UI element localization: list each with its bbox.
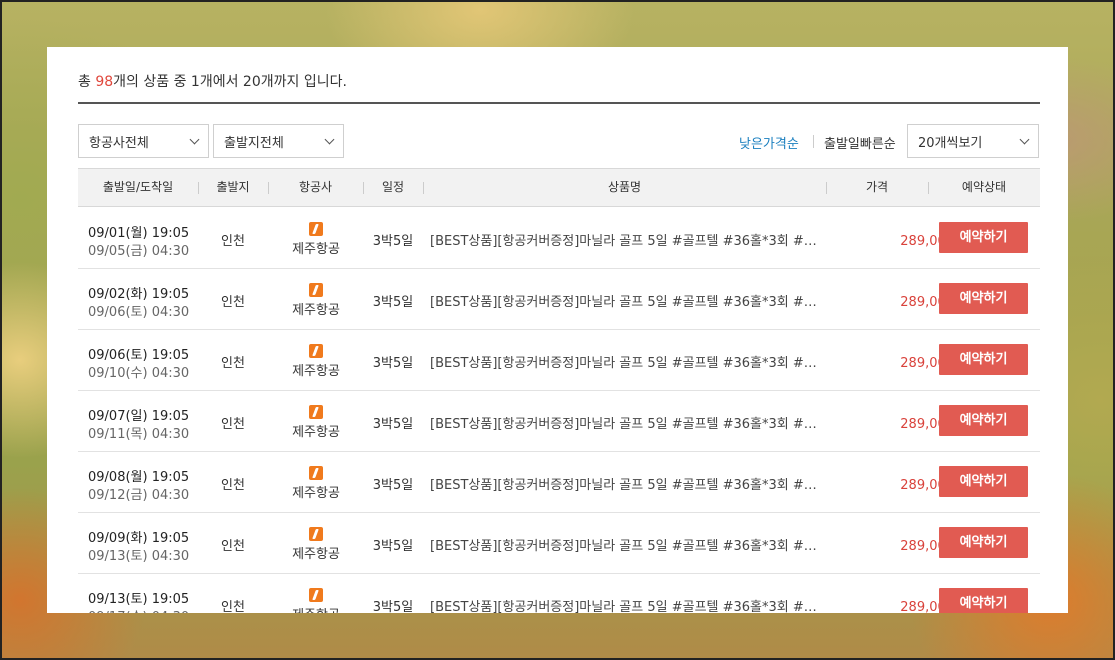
- result-summary: 총 98개의 상품 중 1개에서 20개까지 입니다.: [78, 74, 347, 90]
- airline-name: 제주항공: [292, 425, 340, 440]
- departure-city: 인천: [221, 539, 245, 554]
- chevron-down-icon: [324, 134, 335, 144]
- airline-name: 제주항공: [292, 608, 340, 613]
- airline-name: 제주항공: [292, 303, 340, 318]
- table-row[interactable]: 09/02(화) 19:05 09/06(토) 04:30 인천제주항공 3박5일 [B…: [78, 269, 1040, 330]
- product-name-link[interactable]: [BEST상품][항공커버증정]마닐라 골프 5일 #골프텔 #36홀*3회 #…: [430, 535, 820, 554]
- departure-city: 인천: [221, 356, 245, 371]
- table-row[interactable]: 09/06(토) 19:05 09/10(수) 04:30 인천제주항공 3박5일 [B…: [78, 330, 1040, 391]
- departure-datetime: 09/08(월) 19:05: [88, 470, 190, 485]
- airline-filter-select[interactable]: 항공사전체: [78, 124, 209, 158]
- jeju-air-logo-icon: [309, 405, 323, 419]
- departure-filter-value: 출발지전체: [224, 135, 284, 151]
- product-name-link[interactable]: [BEST상품][항공커버증정]마닐라 골프 5일 #골프텔 #36홀*3회 #…: [430, 291, 820, 310]
- jeju-air-logo-icon: [309, 344, 323, 358]
- reserve-button[interactable]: 예약하기: [939, 588, 1028, 613]
- col-schedule: 일정: [381, 180, 405, 194]
- col-status: 예약상태: [961, 180, 1007, 194]
- product-list-panel: 총 98개의 상품 중 1개에서 20개까지 입니다. 항공사전체 출발지전체 …: [47, 47, 1068, 613]
- product-name-link[interactable]: [BEST상품][항공커버증정]마닐라 골프 5일 #골프텔 #36홀*3회 #…: [430, 230, 820, 249]
- table-header: 출발일/도착일 출발지 항공사 일정 상품명 가격 예약상태: [78, 168, 1040, 207]
- chevron-down-icon: [189, 134, 200, 144]
- departure-datetime: 09/06(토) 19:05: [88, 348, 190, 363]
- jeju-air-logo-icon: [309, 466, 323, 480]
- airline-cell: 제주항공: [274, 405, 358, 440]
- departure-city: 인천: [221, 295, 245, 310]
- jeju-air-logo-icon: [309, 527, 323, 541]
- jeju-air-logo-icon: [309, 222, 323, 236]
- result-count: 98: [95, 74, 114, 90]
- table-row[interactable]: 09/07(일) 19:05 09/11(목) 04:30 인천제주항공 3박5일 [B…: [78, 391, 1040, 452]
- schedule: 3박5일: [372, 417, 414, 432]
- airline-name: 제주항공: [292, 547, 340, 562]
- col-departure: 출발지: [216, 180, 250, 194]
- airline-cell: 제주항공: [274, 283, 358, 318]
- departure-datetime: 09/07(일) 19:05: [88, 409, 190, 424]
- jeju-air-logo-icon: [309, 283, 323, 297]
- col-airline: 항공사: [298, 180, 333, 194]
- sort-earliest-link[interactable]: 출발일빠른순: [824, 133, 896, 152]
- arrival-datetime: 09/17(수) 04:30: [88, 606, 189, 613]
- jeju-air-logo-icon: [309, 588, 323, 602]
- arrival-datetime: 09/05(금) 04:30: [88, 244, 190, 259]
- schedule: 3박5일: [372, 356, 414, 371]
- arrival-datetime: 09/10(수) 04:30: [88, 366, 190, 381]
- reserve-button[interactable]: 예약하기: [939, 466, 1028, 497]
- airline-name: 제주항공: [292, 486, 340, 501]
- schedule: 3박5일: [372, 234, 414, 249]
- departure-city: 인천: [221, 234, 245, 249]
- arrival-datetime: 09/13(토) 04:30: [88, 549, 190, 564]
- product-name-link[interactable]: [BEST상품][항공커버증정]마닐라 골프 5일 #골프텔 #36홀*3회 #…: [430, 596, 820, 613]
- schedule: 3박5일: [372, 539, 414, 554]
- col-date: 출발일/도착일: [102, 180, 174, 194]
- schedule: 3박5일: [372, 600, 414, 613]
- divider: [78, 102, 1040, 104]
- airline-cell: 제주항공: [274, 588, 358, 613]
- table-row[interactable]: 09/09(화) 19:05 09/13(토) 04:30 인천제주항공 3박5일 [B…: [78, 513, 1040, 574]
- col-product: 상품명: [607, 180, 642, 194]
- departure-datetime: 09/02(화) 19:05: [88, 287, 190, 302]
- product-name-link[interactable]: [BEST상품][항공커버증정]마닐라 골프 5일 #골프텔 #36홀*3회 #…: [430, 474, 820, 493]
- col-price: 가격: [865, 180, 889, 194]
- departure-filter-select[interactable]: 출발지전체: [213, 124, 344, 158]
- table-row[interactable]: 09/08(월) 19:05 09/12(금) 04:30 인천제주항공 3박5일 [B…: [78, 452, 1040, 513]
- departure-datetime: 09/09(화) 19:05: [88, 531, 190, 546]
- departure-datetime: 09/01(월) 19:05: [88, 226, 190, 241]
- reserve-button[interactable]: 예약하기: [939, 405, 1028, 436]
- sort-low-price-link[interactable]: 낮은가격순: [739, 133, 799, 152]
- airline-cell: 제주항공: [274, 466, 358, 501]
- per-page-value: 20개씩보기: [918, 135, 983, 151]
- airline-cell: 제주항공: [274, 344, 358, 379]
- arrival-datetime: 09/06(토) 04:30: [88, 305, 190, 320]
- airline-filter-value: 항공사전체: [89, 135, 149, 151]
- departure-city: 인천: [221, 478, 245, 493]
- table-row[interactable]: 09/13(토) 19:0509/17(수) 04:30 인천제주항공 3박5일 [B…: [78, 574, 1040, 613]
- reserve-button[interactable]: 예약하기: [939, 222, 1028, 253]
- departure-city: 인천: [221, 417, 245, 432]
- airline-cell: 제주항공: [274, 527, 358, 562]
- sort-divider: [813, 135, 814, 148]
- arrival-datetime: 09/11(목) 04:30: [88, 427, 190, 442]
- departure-datetime: 09/13(토) 19:05: [88, 592, 190, 607]
- airline-cell: 제주항공: [274, 222, 358, 257]
- arrival-datetime: 09/12(금) 04:30: [88, 488, 190, 503]
- schedule: 3박5일: [372, 295, 414, 310]
- product-name-link[interactable]: [BEST상품][항공커버증정]마닐라 골프 5일 #골프텔 #36홀*3회 #…: [430, 413, 820, 432]
- airline-name: 제주항공: [292, 364, 340, 379]
- reserve-button[interactable]: 예약하기: [939, 344, 1028, 375]
- reserve-button[interactable]: 예약하기: [939, 283, 1028, 314]
- departure-city: 인천: [221, 600, 245, 613]
- table-row[interactable]: 09/01(월) 19:05 09/05(금) 04:30 인천제주항공 3박5일 [B…: [78, 208, 1040, 269]
- chevron-down-icon: [1019, 134, 1030, 144]
- per-page-select[interactable]: 20개씩보기: [907, 124, 1039, 158]
- airline-name: 제주항공: [292, 242, 340, 257]
- product-name-link[interactable]: [BEST상품][항공커버증정]마닐라 골프 5일 #골프텔 #36홀*3회 #…: [430, 352, 820, 371]
- reserve-button[interactable]: 예약하기: [939, 527, 1028, 558]
- schedule: 3박5일: [372, 478, 414, 493]
